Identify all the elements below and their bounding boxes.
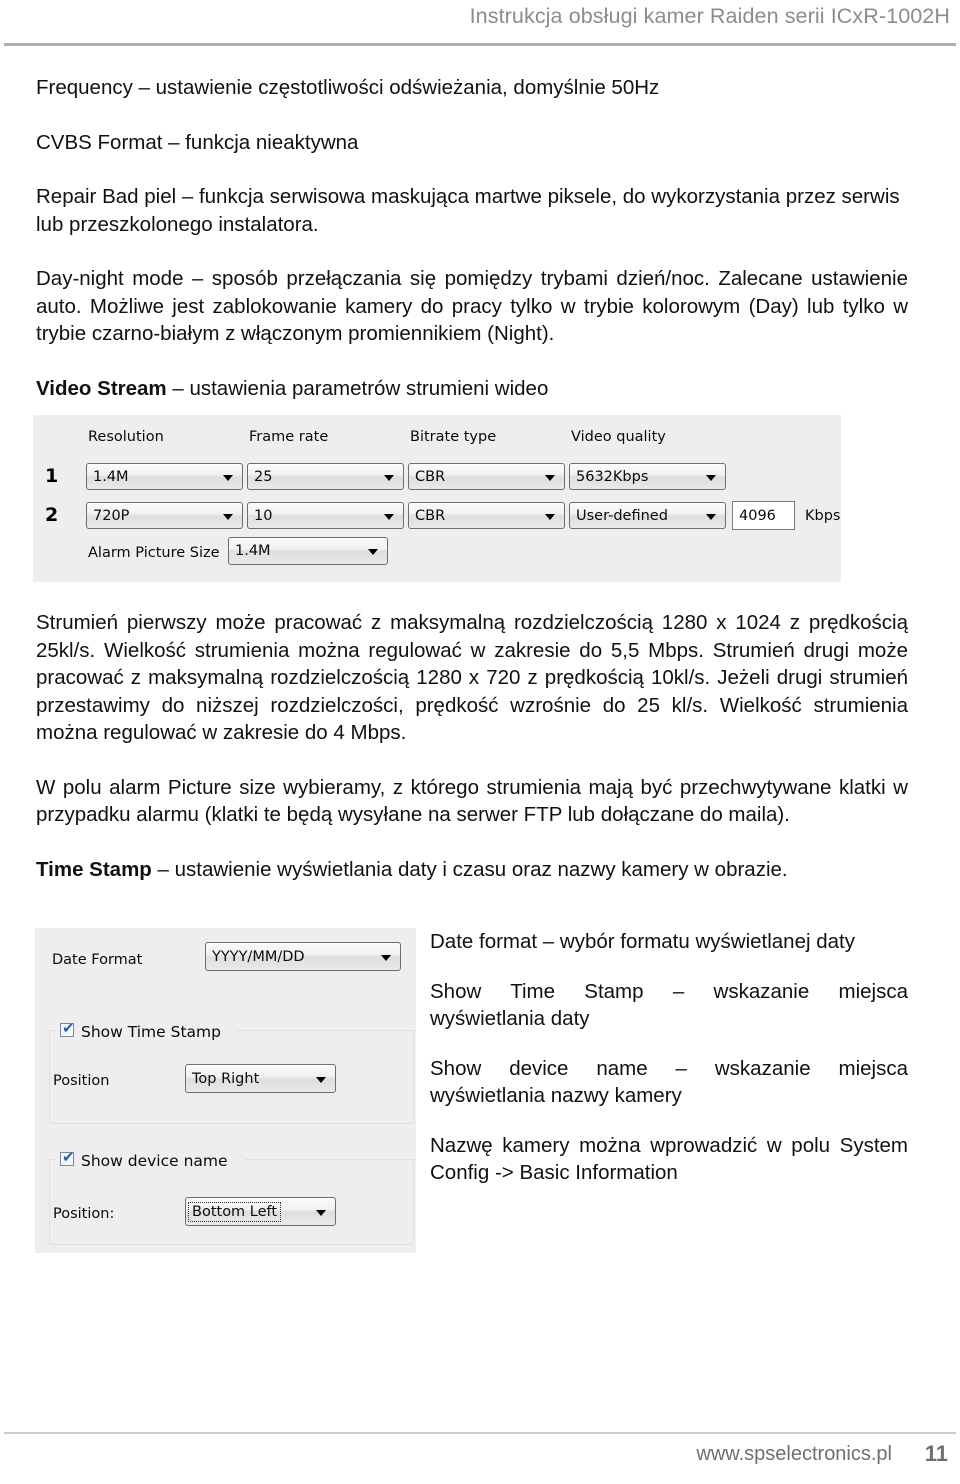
time-stamp-group-topline [49,1030,55,1031]
alarm-picture-size-label: Alarm Picture Size [88,545,220,561]
footer-divider [4,1432,956,1434]
chevron-down-icon [381,954,391,961]
desc-show-time-stamp: Show Time Stamp – wskazanie miejsca wyśw… [430,979,908,1031]
chevron-down-icon [316,1076,326,1083]
device-name-position-label: Position: [53,1206,115,1222]
frame-rate-select-stream1[interactable]: 25 [247,463,404,490]
chevron-down-icon [706,474,716,481]
chevron-down-icon [384,513,394,520]
custom-bitrate-unit-label: Kbps [805,508,841,524]
video-quality-select-stream2[interactable]: User-defined [569,502,726,529]
chevron-down-icon [223,513,233,520]
bitrate-type-select-stream2[interactable]: CBR [408,502,565,529]
right-description-column: Date format – wybór formatu wyświetlanej… [430,928,908,1187]
document-content: Frequency – ustawienie częstotliwości od… [36,74,908,402]
footer-website: www.spselectronics.pl [696,1443,892,1465]
chevron-down-icon [706,513,716,520]
alarm-picture-size-select-value: 1.4M [235,543,271,559]
show-time-stamp-checkbox[interactable]: ✔ [60,1019,75,1037]
chevron-down-icon [316,1209,326,1216]
column-header-video-quality: Video quality [571,429,666,445]
page-header: Instrukcja obsługi kamer Raiden serii IC… [0,0,960,46]
date-format-label: Date Format [52,952,143,968]
paragraph-stream-capabilities: Strumień pierwszy może pracować z maksym… [36,611,908,744]
paragraph-frequency: Frequency – ustawienie częstotliwości od… [36,76,660,99]
resolution-select-stream2[interactable]: 720P [86,502,243,529]
chevron-down-icon [368,549,378,555]
custom-bitrate-input-value: 4096 [739,507,776,524]
chevron-down-icon [384,474,394,481]
paragraph-day-night-mode: Day-night mode – sposób przełączania się… [36,267,908,345]
bitrate-type-select-stream2-value: CBR [415,507,446,524]
device-name-group-topline [49,1159,55,1160]
desc-camera-name: Nazwę kamery można wprowadzić w polu Sys… [430,1133,908,1185]
paragraph-cvbs-format: CVBS Format – funkcja nieaktywna [36,130,359,154]
time-stamp-settings-panel: Date Format YYYY/MM/DD ✔ Show Time Stamp… [35,928,416,1253]
show-device-name-checkbox[interactable]: ✔ [60,1148,75,1166]
video-quality-select-stream1-value: 5632Kbps [576,468,649,485]
heading-video-stream-term: Video Stream [36,376,167,400]
bitrate-type-select-stream1-value: CBR [415,468,446,485]
time-stamp-group-topline-right [235,1030,414,1031]
heading-time-stamp: Time Stamp – ustawienie wyświetlania dat… [36,856,908,884]
check-icon: ✔ [62,1148,75,1166]
desc-show-device-name: Show device name – wskazanie miejsca wyś… [430,1056,908,1108]
frame-rate-select-stream2[interactable]: 10 [247,502,404,529]
custom-bitrate-input[interactable]: 4096 [732,501,795,530]
resolution-select-stream1[interactable]: 1.4M [86,463,243,490]
device-name-position-select[interactable]: Bottom Left [185,1197,336,1226]
video-stream-settings-panel: Resolution Frame rate Bitrate type Video… [33,415,841,582]
stream-row-index-2: 2 [45,504,59,526]
video-quality-select-stream1[interactable]: 5632Kbps [569,463,726,490]
heading-video-stream-desc: – ustawienia parametrów strumieni wideo [166,376,549,400]
footer-page-number: 11 [924,1441,948,1466]
show-device-name-label: Show device name [81,1152,228,1170]
stream-row-index-1: 1 [45,465,59,487]
paragraph-repair-bad-pixel: Repair Bad piel – funkcja serwisowa mask… [36,185,900,236]
header-divider [4,43,956,46]
column-header-frame-rate: Frame rate [249,429,329,445]
heading-time-stamp-desc: – ustawienie wyświetlania daty i czasu o… [151,857,788,881]
resolution-select-stream2-value: 720P [93,507,130,524]
bitrate-type-select-stream1[interactable]: CBR [408,463,565,490]
time-stamp-position-select-value: Top Right [192,1070,260,1087]
resolution-select-stream1-value: 1.4M [93,468,129,485]
alarm-picture-size-select[interactable]: 1.4M [228,537,388,565]
chevron-down-icon [223,474,233,481]
date-format-select-value: YYYY/MM/DD [212,948,305,965]
time-stamp-position-label: Position [53,1073,110,1089]
heading-video-stream: Video Stream – ustawienia parametrów str… [36,375,908,403]
chevron-down-icon [545,474,555,481]
heading-time-stamp-term: Time Stamp [36,857,152,881]
device-name-position-select-value: Bottom Left [187,1201,282,1222]
chevron-down-icon [545,513,555,520]
column-header-resolution: Resolution [88,429,164,445]
time-stamp-position-select[interactable]: Top Right [185,1064,336,1093]
date-format-select[interactable]: YYYY/MM/DD [205,942,401,971]
video-quality-select-stream2-value: User-defined [576,507,668,524]
desc-date-format: Date format – wybór formatu wyświetlanej… [430,930,855,953]
device-name-group-topline-right [245,1159,414,1160]
document-content-middle: Strumień pierwszy może pracować z maksym… [36,609,908,883]
column-header-bitrate-type: Bitrate type [410,429,497,445]
check-icon: ✔ [62,1019,75,1037]
paragraph-alarm-picture-size: W polu alarm Picture size wybieramy, z k… [36,775,908,827]
frame-rate-select-stream2-value: 10 [254,507,273,524]
header-title: Instrukcja obsługi kamer Raiden serii IC… [469,4,950,28]
show-time-stamp-label: Show Time Stamp [81,1023,221,1041]
frame-rate-select-stream1-value: 25 [254,468,273,485]
